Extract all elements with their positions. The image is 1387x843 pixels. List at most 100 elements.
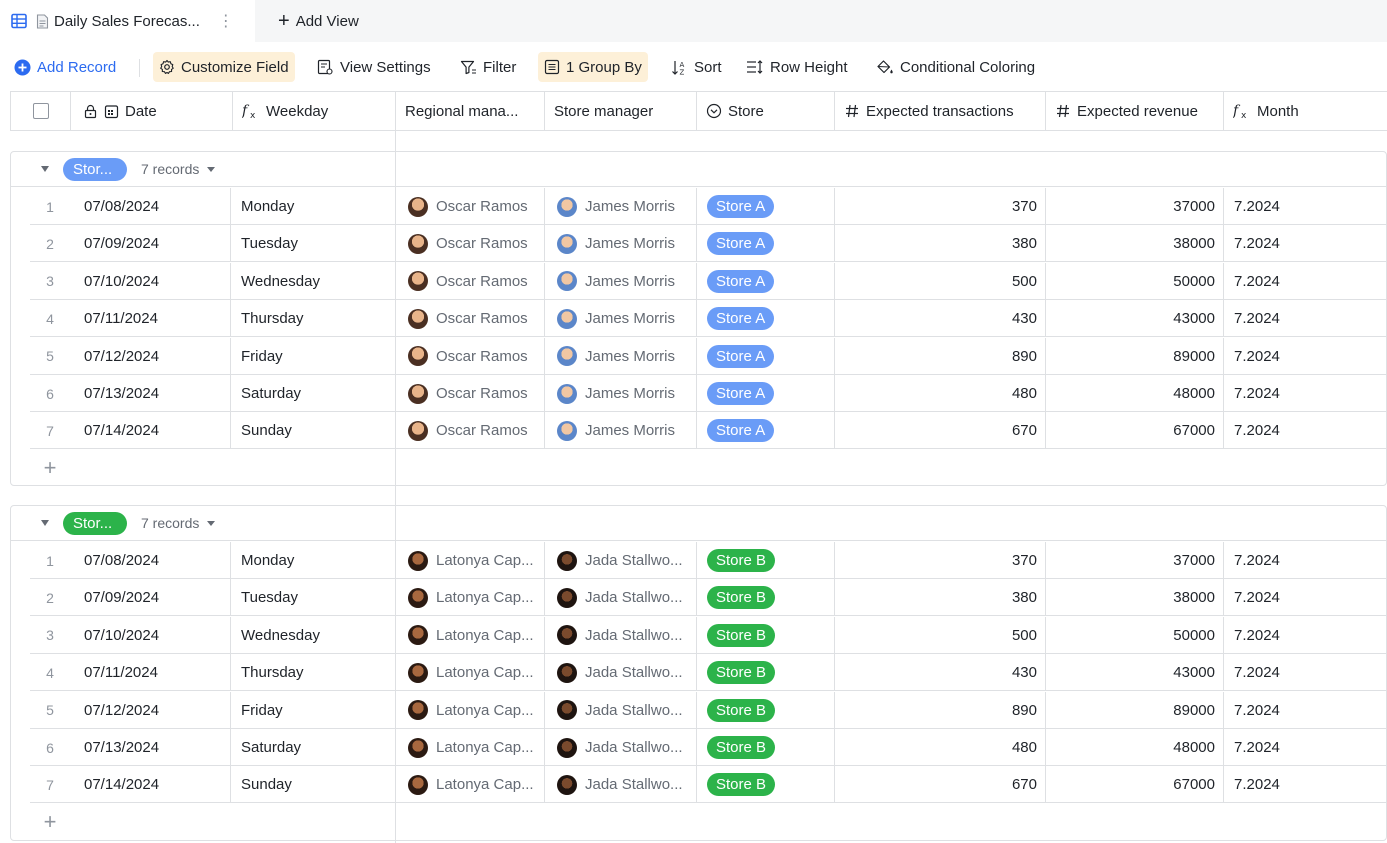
date-cell[interactable]: 07/13/2024 (84, 729, 231, 766)
regional-manager-cell[interactable]: Latonya Cap... (396, 542, 545, 579)
table-row[interactable]: 4 07/11/2024 Thursday Oscar Ramos James … (30, 300, 1386, 338)
date-cell[interactable]: 07/12/2024 (84, 338, 231, 375)
month-cell[interactable]: 7.2024 (1224, 617, 1386, 654)
month-cell[interactable]: 7.2024 (1224, 654, 1386, 691)
store-cell[interactable]: Store B (697, 542, 835, 579)
expected-transactions-cell[interactable]: 480 (835, 729, 1046, 766)
expected-revenue-cell[interactable]: 38000 (1046, 579, 1224, 617)
group-record-count[interactable]: 7 records (141, 515, 216, 531)
add-record-button[interactable]: Add Record (14, 52, 116, 82)
regional-manager-cell[interactable]: Latonya Cap... (396, 579, 545, 617)
month-cell[interactable]: 7.2024 (1224, 729, 1386, 766)
month-cell[interactable]: 7.2024 (1224, 692, 1386, 729)
weekday-cell[interactable]: Thursday (231, 654, 396, 692)
add-view-button[interactable]: + Add View (278, 0, 359, 42)
store-cell[interactable]: Store A (697, 225, 835, 263)
column-header-weekday[interactable]: fx Weekday (232, 92, 396, 130)
store-manager-cell[interactable]: James Morris (545, 262, 697, 300)
expected-revenue-cell[interactable]: 43000 (1046, 300, 1224, 338)
date-cell[interactable]: 07/13/2024 (84, 375, 231, 412)
month-cell[interactable]: 7.2024 (1224, 263, 1386, 300)
expected-revenue-cell[interactable]: 37000 (1046, 188, 1224, 225)
date-cell[interactable]: 07/11/2024 (84, 300, 231, 337)
store-cell[interactable]: Store B (697, 654, 835, 692)
month-cell[interactable]: 7.2024 (1224, 579, 1386, 616)
customize-field-button[interactable]: Customize Field (153, 52, 295, 82)
store-cell[interactable]: Store B (697, 616, 835, 654)
store-cell[interactable]: Store A (697, 337, 835, 375)
weekday-cell[interactable]: Thursday (231, 300, 396, 338)
store-manager-cell[interactable]: Jada Stallwo... (545, 579, 697, 617)
expected-revenue-cell[interactable]: 67000 (1046, 412, 1224, 450)
regional-manager-cell[interactable]: Latonya Cap... (396, 766, 545, 804)
store-manager-cell[interactable]: James Morris (545, 412, 697, 450)
store-cell[interactable]: Store A (697, 412, 835, 450)
weekday-cell[interactable]: Tuesday (231, 579, 396, 617)
weekday-cell[interactable]: Wednesday (231, 616, 396, 654)
table-row[interactable]: 6 07/13/2024 Saturday Oscar Ramos James … (30, 375, 1386, 412)
store-cell[interactable]: Store A (697, 188, 835, 225)
store-cell[interactable]: Store A (697, 375, 835, 412)
expected-transactions-cell[interactable]: 380 (835, 579, 1046, 617)
expected-transactions-cell[interactable]: 380 (835, 225, 1046, 263)
store-manager-cell[interactable]: Jada Stallwo... (545, 766, 697, 804)
store-manager-cell[interactable]: Jada Stallwo... (545, 542, 697, 579)
weekday-cell[interactable]: Sunday (231, 766, 396, 804)
expected-transactions-cell[interactable]: 890 (835, 691, 1046, 729)
store-manager-cell[interactable]: James Morris (545, 337, 697, 375)
date-cell[interactable]: 07/08/2024 (84, 542, 231, 579)
weekday-cell[interactable]: Friday (231, 691, 396, 729)
store-manager-cell[interactable]: James Morris (545, 225, 697, 263)
row-height-button[interactable]: Row Height (746, 52, 848, 82)
regional-manager-cell[interactable]: Oscar Ramos (396, 412, 545, 450)
store-cell[interactable]: Store A (697, 300, 835, 338)
month-cell[interactable]: 7.2024 (1224, 412, 1386, 449)
month-cell[interactable]: 7.2024 (1224, 188, 1386, 225)
expected-revenue-cell[interactable]: 48000 (1046, 729, 1224, 766)
regional-manager-cell[interactable]: Latonya Cap... (396, 729, 545, 766)
month-cell[interactable]: 7.2024 (1224, 225, 1386, 262)
more-icon[interactable]: ⋮ (218, 11, 234, 31)
column-header-expected-transactions[interactable]: Expected transactions (835, 92, 1046, 130)
table-row[interactable]: 3 07/10/2024 Wednesday Latonya Cap... Ja… (30, 616, 1386, 654)
month-cell[interactable]: 7.2024 (1224, 375, 1386, 412)
weekday-cell[interactable]: Tuesday (231, 225, 396, 263)
store-cell[interactable]: Store B (697, 579, 835, 617)
month-cell[interactable]: 7.2024 (1224, 766, 1386, 803)
store-cell[interactable]: Store B (697, 691, 835, 729)
group-record-count[interactable]: 7 records (141, 161, 216, 177)
column-header-store-manager[interactable]: Store manager (545, 92, 697, 130)
regional-manager-cell[interactable]: Oscar Ramos (396, 225, 545, 263)
weekday-cell[interactable]: Saturday (231, 729, 396, 766)
store-manager-cell[interactable]: Jada Stallwo... (545, 729, 697, 766)
regional-manager-cell[interactable]: Oscar Ramos (396, 375, 545, 412)
date-cell[interactable]: 07/09/2024 (84, 579, 231, 616)
store-manager-cell[interactable]: James Morris (545, 188, 697, 225)
expected-transactions-cell[interactable]: 480 (835, 375, 1046, 412)
weekday-cell[interactable]: Sunday (231, 412, 396, 450)
expected-transactions-cell[interactable]: 430 (835, 654, 1046, 692)
date-cell[interactable]: 07/10/2024 (84, 617, 231, 654)
store-manager-cell[interactable]: Jada Stallwo... (545, 691, 697, 729)
store-cell[interactable]: Store B (697, 766, 835, 804)
regional-manager-cell[interactable]: Oscar Ramos (396, 262, 545, 300)
view-settings-button[interactable]: View Settings (317, 52, 431, 82)
table-row[interactable]: 2 07/09/2024 Tuesday Oscar Ramos James M… (30, 225, 1386, 263)
store-manager-cell[interactable]: James Morris (545, 300, 697, 338)
store-manager-cell[interactable]: Jada Stallwo... (545, 654, 697, 692)
expected-revenue-cell[interactable]: 37000 (1046, 542, 1224, 579)
table-row[interactable]: 2 07/09/2024 Tuesday Latonya Cap... Jada… (30, 579, 1386, 617)
regional-manager-cell[interactable]: Oscar Ramos (396, 337, 545, 375)
table-row[interactable]: 1 07/08/2024 Monday Oscar Ramos James Mo… (30, 188, 1386, 225)
collapse-caret-icon[interactable] (41, 520, 49, 526)
expected-transactions-cell[interactable]: 370 (835, 542, 1046, 579)
weekday-cell[interactable]: Wednesday (231, 262, 396, 300)
collapse-caret-icon[interactable] (41, 166, 49, 172)
store-manager-cell[interactable]: James Morris (545, 375, 697, 412)
date-cell[interactable]: 07/09/2024 (84, 225, 231, 262)
date-cell[interactable]: 07/14/2024 (84, 766, 231, 803)
add-row-button[interactable]: + (30, 450, 70, 486)
table-row[interactable]: 7 07/14/2024 Sunday Oscar Ramos James Mo… (30, 412, 1386, 450)
regional-manager-cell[interactable]: Latonya Cap... (396, 616, 545, 654)
date-cell[interactable]: 07/11/2024 (84, 654, 231, 691)
